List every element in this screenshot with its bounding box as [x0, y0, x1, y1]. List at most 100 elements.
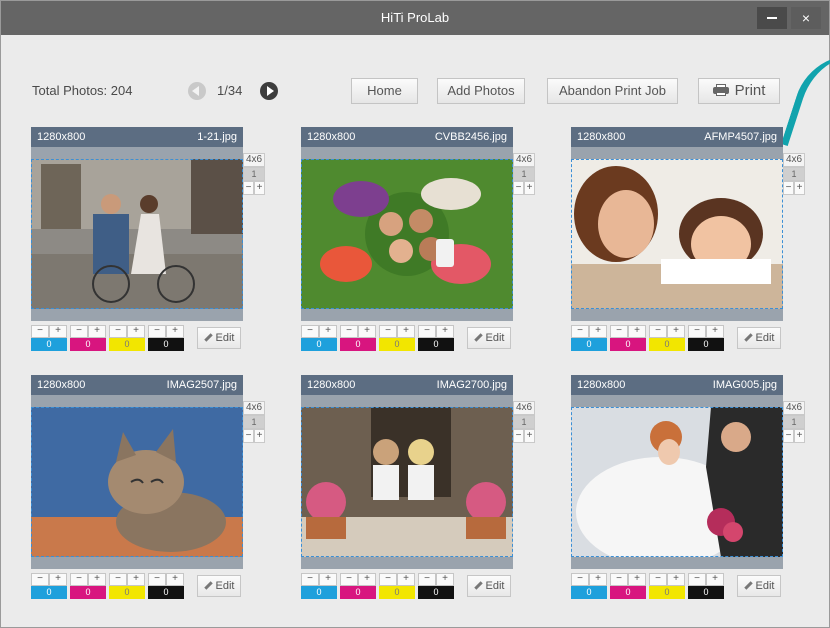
edit-button[interactable]: Edit [197, 575, 241, 597]
cyan-decrease-button[interactable]: − [301, 573, 319, 586]
yellow-decrease-button[interactable]: − [649, 573, 667, 586]
copies-decrease-button[interactable]: − [513, 429, 524, 443]
magenta-decrease-button[interactable]: − [610, 573, 628, 586]
cyan-increase-button[interactable]: + [319, 573, 337, 586]
add-photos-button[interactable]: Add Photos [437, 78, 525, 104]
magenta-increase-button[interactable]: + [358, 573, 376, 586]
cyan-decrease-button[interactable]: − [301, 325, 319, 338]
magenta-increase-button[interactable]: + [88, 325, 106, 338]
copies-increase-button[interactable]: + [524, 181, 535, 195]
cyan-increase-button[interactable]: + [319, 325, 337, 338]
crop-margin-top [301, 147, 513, 159]
yellow-decrease-button[interactable]: − [379, 325, 397, 338]
photo-thumbnail[interactable] [31, 159, 243, 309]
magenta-decrease-button[interactable]: − [70, 573, 88, 586]
black-increase-button[interactable]: + [706, 325, 724, 338]
yellow-decrease-button[interactable]: − [379, 573, 397, 586]
cyan-decrease-button[interactable]: − [31, 325, 49, 338]
cyan-value: 0 [31, 338, 67, 351]
cyan-increase-button[interactable]: + [49, 325, 67, 338]
copies-increase-button[interactable]: + [254, 181, 265, 195]
copies-decrease-button[interactable]: − [783, 181, 794, 195]
copies-increase-button[interactable]: + [794, 429, 805, 443]
photo-thumbnail[interactable] [571, 159, 783, 309]
black-decrease-button[interactable]: − [418, 325, 436, 338]
color-adjust-row: − +0 − +0 − +0 − +0 [301, 573, 457, 599]
edit-button[interactable]: Edit [737, 327, 781, 349]
close-button[interactable]: × [791, 7, 821, 29]
copies-increase-button[interactable]: + [524, 429, 535, 443]
yellow-increase-button[interactable]: + [667, 325, 685, 338]
black-decrease-button[interactable]: − [688, 573, 706, 586]
cyan-decrease-button[interactable]: − [571, 325, 589, 338]
magenta-increase-button[interactable]: + [358, 325, 376, 338]
black-increase-button[interactable]: + [166, 325, 184, 338]
next-page-button[interactable] [260, 82, 278, 100]
chevron-left-icon [192, 86, 199, 96]
print-size-control: 4x6 1 − + [513, 153, 535, 195]
edit-button[interactable]: Edit [467, 575, 511, 597]
print-button[interactable]: Print [698, 78, 780, 104]
previous-page-button[interactable] [188, 82, 206, 100]
black-decrease-button[interactable]: − [148, 325, 166, 338]
photo-thumbnail[interactable] [301, 159, 513, 309]
black-increase-button[interactable]: + [166, 573, 184, 586]
yellow-increase-button[interactable]: + [127, 325, 145, 338]
abandon-print-job-button[interactable]: Abandon Print Job [547, 78, 678, 104]
magenta-increase-button[interactable]: + [628, 325, 646, 338]
black-decrease-button[interactable]: − [148, 573, 166, 586]
edit-button[interactable]: Edit [467, 327, 511, 349]
photo-thumbnail[interactable] [31, 407, 243, 557]
black-increase-button[interactable]: + [436, 325, 454, 338]
bride-and-groom-image [571, 407, 783, 557]
cyan-decrease-button[interactable]: − [31, 573, 49, 586]
copies-decrease-button[interactable]: − [243, 429, 254, 443]
magenta-decrease-button[interactable]: − [70, 325, 88, 338]
black-adjust: − +0 [418, 325, 454, 351]
cyan-increase-button[interactable]: + [589, 573, 607, 586]
print-size-label[interactable]: 4x6 [783, 153, 805, 167]
copies-increase-button[interactable]: + [794, 181, 805, 195]
yellow-increase-button[interactable]: + [397, 325, 415, 338]
black-increase-button[interactable]: + [436, 573, 454, 586]
copies-decrease-button[interactable]: − [513, 181, 524, 195]
black-increase-button[interactable]: + [706, 573, 724, 586]
magenta-increase-button[interactable]: + [88, 573, 106, 586]
photo-thumbnail[interactable] [301, 407, 513, 557]
copies-decrease-button[interactable]: − [783, 429, 794, 443]
card-header: 1280x800 AFMP4507.jpg [571, 127, 783, 147]
yellow-increase-button[interactable]: + [667, 573, 685, 586]
edit-button[interactable]: Edit [737, 575, 781, 597]
print-size-label[interactable]: 4x6 [513, 401, 535, 415]
print-size-control: 4x6 1 − + [783, 153, 805, 195]
yellow-increase-button[interactable]: + [127, 573, 145, 586]
yellow-decrease-button[interactable]: − [109, 325, 127, 338]
copies-count: 1 [513, 167, 535, 181]
cyan-increase-button[interactable]: + [49, 573, 67, 586]
magenta-decrease-button[interactable]: − [610, 325, 628, 338]
magenta-decrease-button[interactable]: − [340, 325, 358, 338]
yellow-decrease-button[interactable]: − [109, 573, 127, 586]
window-title: HiTi ProLab [380, 10, 450, 25]
cyan-value: 0 [301, 586, 337, 599]
black-decrease-button[interactable]: − [418, 573, 436, 586]
magenta-adjust: − +0 [70, 325, 106, 351]
print-size-label[interactable]: 4x6 [783, 401, 805, 415]
home-button[interactable]: Home [351, 78, 418, 104]
magenta-decrease-button[interactable]: − [340, 573, 358, 586]
copies-decrease-button[interactable]: − [243, 181, 254, 195]
copies-increase-button[interactable]: + [254, 429, 265, 443]
black-decrease-button[interactable]: − [688, 325, 706, 338]
minimize-button[interactable] [757, 7, 787, 29]
print-size-label[interactable]: 4x6 [513, 153, 535, 167]
yellow-increase-button[interactable]: + [397, 573, 415, 586]
photo-thumbnail[interactable] [571, 407, 783, 557]
print-size-label[interactable]: 4x6 [243, 401, 265, 415]
edit-button[interactable]: Edit [197, 327, 241, 349]
cyan-decrease-button[interactable]: − [571, 573, 589, 586]
print-size-label[interactable]: 4x6 [243, 153, 265, 167]
yellow-decrease-button[interactable]: − [649, 325, 667, 338]
magenta-increase-button[interactable]: + [628, 573, 646, 586]
yellow-value: 0 [649, 338, 685, 351]
cyan-increase-button[interactable]: + [589, 325, 607, 338]
